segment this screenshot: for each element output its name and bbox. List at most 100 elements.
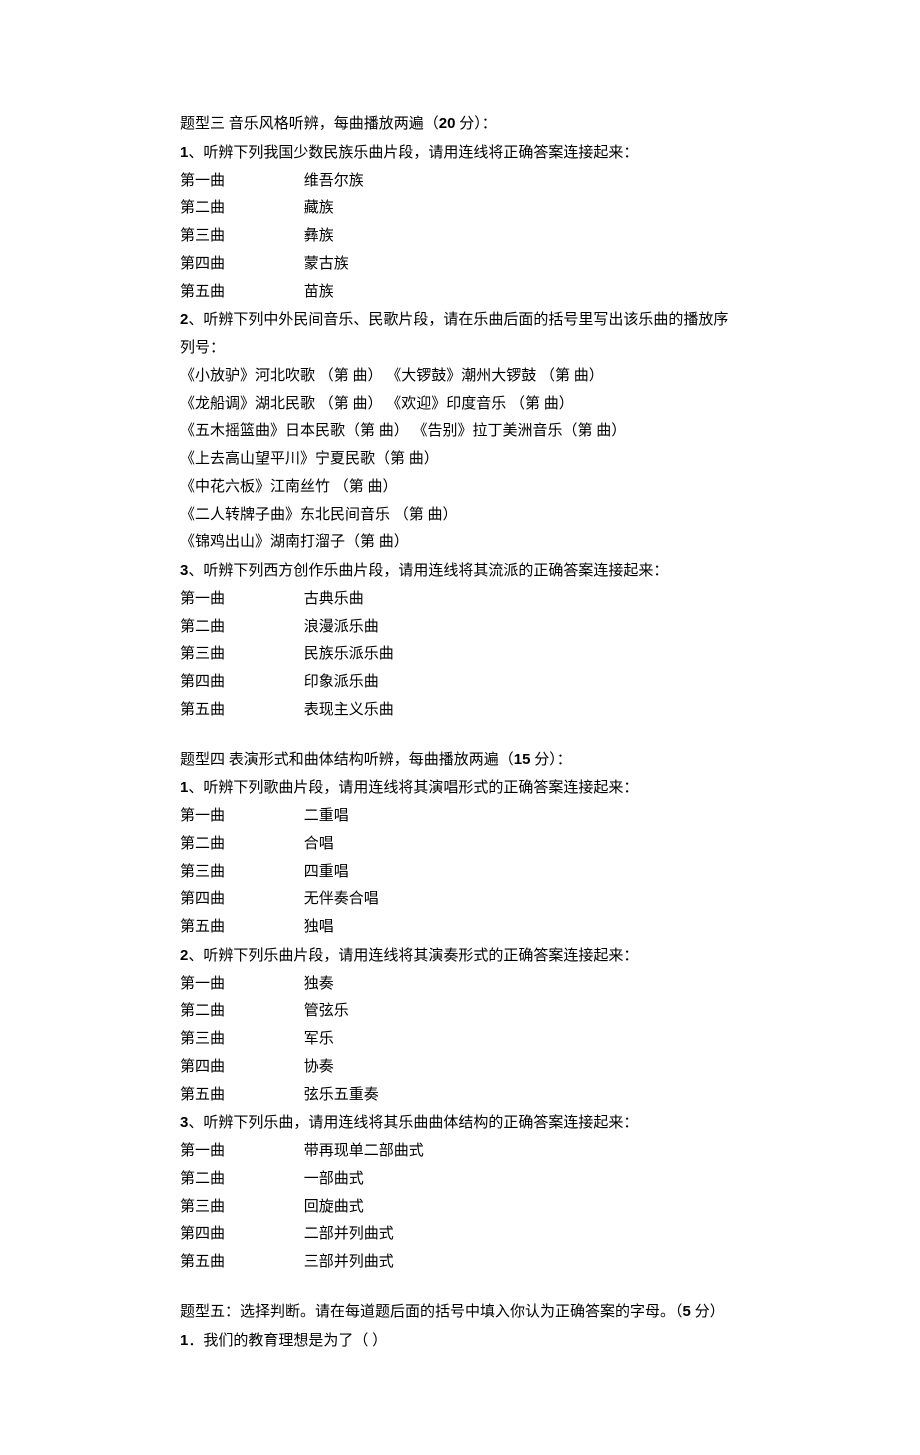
match-left: 第四曲 — [180, 1059, 225, 1075]
section3-q2-prompt: 2、听辨下列中外民间音乐、民歌片段，请在乐曲后面的括号里写出该乐曲的播放序列号： — [180, 306, 740, 363]
section3-heading-prefix: 题型三 音乐风格听辨，每曲播放两遍（ — [180, 116, 439, 132]
match-left: 第四曲 — [180, 256, 225, 272]
match-right: 合唱 — [304, 836, 334, 852]
match-right: 协奏 — [304, 1059, 334, 1075]
match-row: 第一曲 维吾尔族 — [180, 168, 740, 196]
match-left: 第三曲 — [180, 1199, 225, 1215]
match-right: 管弦乐 — [304, 1003, 349, 1019]
match-right: 维吾尔族 — [304, 173, 364, 189]
document-page: 题型三 音乐风格听辨，每曲播放两遍（20 分）： 1、听辨下列我国少数民族乐曲片… — [0, 0, 920, 1455]
match-row: 第五曲 表现主义乐曲 — [180, 697, 740, 725]
match-row: 第三曲 四重唱 — [180, 859, 740, 887]
section5-heading-prefix: 题型五：选择判断。请在每道题后面的括号中填入你认为正确答案的字母。（ — [180, 1304, 683, 1320]
match-right: 回旋曲式 — [304, 1199, 364, 1215]
match-row: 第三曲 民族乐派乐曲 — [180, 641, 740, 669]
section3-heading: 题型三 音乐风格听辨，每曲播放两遍（20 分）： — [180, 110, 740, 139]
match-row: 第二曲 浪漫派乐曲 — [180, 614, 740, 642]
fill-line: 《五木摇篮曲》日本民歌（第 曲） 《告别》拉丁美洲音乐（第 曲） — [180, 418, 740, 446]
match-left: 第三曲 — [180, 228, 225, 244]
section5-points: 5 — [683, 1303, 691, 1320]
match-row: 第四曲 印象派乐曲 — [180, 669, 740, 697]
match-right: 军乐 — [304, 1031, 334, 1047]
match-left: 第一曲 — [180, 808, 225, 824]
match-right: 古典乐曲 — [304, 591, 364, 607]
match-right: 民族乐派乐曲 — [304, 646, 394, 662]
match-left: 第二曲 — [180, 836, 225, 852]
match-left: 第五曲 — [180, 1254, 225, 1270]
match-left: 第三曲 — [180, 864, 225, 880]
section3-q3-prompt: 3、听辨下列西方创作乐曲片段，请用连线将其流派的正确答案连接起来： — [180, 557, 740, 586]
match-row: 第二曲 合唱 — [180, 831, 740, 859]
match-right: 表现主义乐曲 — [304, 702, 394, 718]
section3-heading-suffix: 分）： — [455, 116, 496, 132]
q-prompt: ．我们的教育理想是为了（ ） — [188, 1333, 387, 1349]
match-row: 第二曲 管弦乐 — [180, 998, 740, 1026]
match-left: 第二曲 — [180, 1171, 225, 1187]
match-row: 第五曲 三部并列曲式 — [180, 1249, 740, 1277]
match-left: 第三曲 — [180, 1031, 225, 1047]
fill-line: 《小放驴》河北吹歌 （第 曲） 《大锣鼓》潮州大锣鼓 （第 曲） — [180, 363, 740, 391]
match-row: 第五曲 苗族 — [180, 279, 740, 307]
match-row: 第四曲 无伴奏合唱 — [180, 886, 740, 914]
match-row: 第二曲 一部曲式 — [180, 1166, 740, 1194]
match-row: 第四曲 蒙古族 — [180, 251, 740, 279]
match-right: 四重唱 — [304, 864, 349, 880]
match-right: 带再现单二部曲式 — [304, 1143, 424, 1159]
q-prompt: 、听辨下列歌曲片段，请用连线将其演唱形式的正确答案连接起来： — [188, 780, 638, 796]
match-left: 第一曲 — [180, 976, 225, 992]
match-left: 第五曲 — [180, 919, 225, 935]
match-left: 第一曲 — [180, 173, 225, 189]
match-row: 第二曲 藏族 — [180, 195, 740, 223]
match-row: 第一曲 二重唱 — [180, 803, 740, 831]
section3-q1-prompt: 1、听辨下列我国少数民族乐曲片段，请用连线将正确答案连接起来： — [180, 139, 740, 168]
fill-line: 《锦鸡出山》湖南打溜子（第 曲） — [180, 529, 740, 557]
match-left: 第四曲 — [180, 674, 225, 690]
match-right: 独唱 — [304, 919, 334, 935]
section4-q3-prompt: 3、听辨下列乐曲，请用连线将其乐曲曲体结构的正确答案连接起来： — [180, 1109, 740, 1138]
section5-heading-suffix: 分） — [691, 1304, 725, 1320]
match-row: 第三曲 彝族 — [180, 223, 740, 251]
match-right: 蒙古族 — [304, 256, 349, 272]
section4-q2-prompt: 2、听辨下列乐曲片段，请用连线将其演奏形式的正确答案连接起来： — [180, 942, 740, 971]
section4-heading-suffix: 分）： — [530, 752, 571, 768]
match-row: 第四曲 二部并列曲式 — [180, 1221, 740, 1249]
section4-points: 15 — [514, 751, 531, 768]
match-right: 弦乐五重奏 — [304, 1087, 379, 1103]
q-prompt: 、听辨下列乐曲，请用连线将其乐曲曲体结构的正确答案连接起来： — [188, 1115, 638, 1131]
match-row: 第一曲 独奏 — [180, 971, 740, 999]
match-right: 藏族 — [304, 200, 334, 216]
match-right: 三部并列曲式 — [304, 1254, 394, 1270]
match-row: 第一曲 古典乐曲 — [180, 586, 740, 614]
q-prompt: 、听辨下列我国少数民族乐曲片段，请用连线将正确答案连接起来： — [188, 145, 638, 161]
q-prompt: 、听辨下列西方创作乐曲片段，请用连线将其流派的正确答案连接起来： — [188, 563, 668, 579]
q-number: 1 — [180, 1332, 188, 1349]
match-left: 第五曲 — [180, 1087, 225, 1103]
match-left: 第一曲 — [180, 1143, 225, 1159]
match-right: 二部并列曲式 — [304, 1226, 394, 1242]
match-left: 第三曲 — [180, 646, 225, 662]
match-left: 第二曲 — [180, 1003, 225, 1019]
section5-heading: 题型五：选择判断。请在每道题后面的括号中填入你认为正确答案的字母。（5 分） — [180, 1298, 740, 1327]
section4-heading-prefix: 题型四 表演形式和曲体结构听辨，每曲播放两遍（ — [180, 752, 514, 768]
q-prompt: 、听辨下列中外民间音乐、民歌片段，请在乐曲后面的括号里写出该乐曲的播放序列号： — [180, 312, 728, 356]
match-right: 二重唱 — [304, 808, 349, 824]
fill-line: 《二人转牌子曲》东北民间音乐 （第 曲） — [180, 502, 740, 530]
fill-line: 《龙船调》湖北民歌 （第 曲） 《欢迎》印度音乐 （第 曲） — [180, 391, 740, 419]
section4-q1-prompt: 1、听辨下列歌曲片段，请用连线将其演唱形式的正确答案连接起来： — [180, 774, 740, 803]
match-row: 第四曲 协奏 — [180, 1054, 740, 1082]
section-gap — [180, 1277, 740, 1298]
match-row: 第三曲 军乐 — [180, 1026, 740, 1054]
match-row: 第五曲 独唱 — [180, 914, 740, 942]
match-row: 第三曲 回旋曲式 — [180, 1194, 740, 1222]
match-right: 彝族 — [304, 228, 334, 244]
match-left: 第四曲 — [180, 891, 225, 907]
section-gap — [180, 725, 740, 746]
match-left: 第一曲 — [180, 591, 225, 607]
match-left: 第四曲 — [180, 1226, 225, 1242]
match-right: 浪漫派乐曲 — [304, 619, 379, 635]
fill-line: 《上去高山望平川》宁夏民歌（第 曲） — [180, 446, 740, 474]
match-right: 无伴奏合唱 — [304, 891, 379, 907]
match-right: 苗族 — [304, 284, 334, 300]
section4-heading: 题型四 表演形式和曲体结构听辨，每曲播放两遍（15 分）： — [180, 746, 740, 775]
match-row: 第五曲 弦乐五重奏 — [180, 1082, 740, 1110]
